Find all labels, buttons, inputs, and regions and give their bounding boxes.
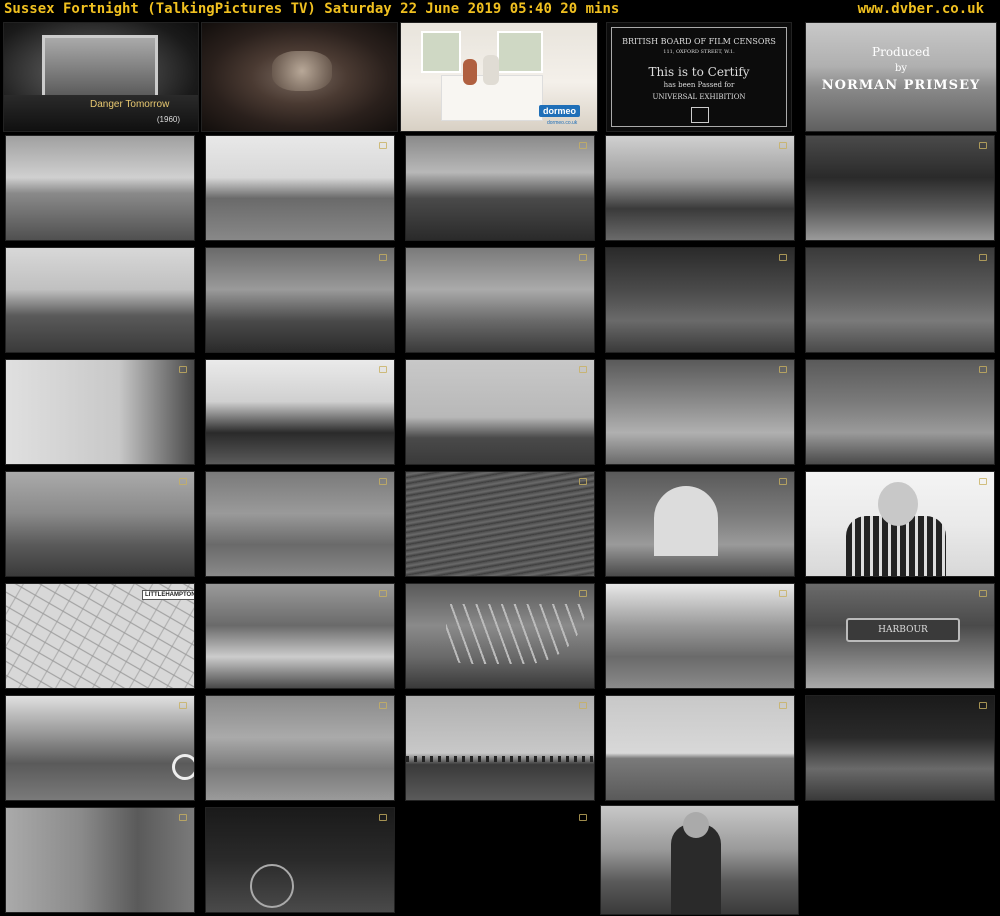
thumbnail-frame[interactable] (805, 247, 995, 353)
thumbnail-frame[interactable] (605, 247, 795, 353)
thumbnail-frame[interactable] (405, 135, 595, 241)
header-bar: Sussex Fortnight (TalkingPictures TV) Sa… (0, 0, 1000, 20)
thumbnail-frame[interactable] (5, 359, 195, 465)
thumbnail-frame[interactable] (405, 247, 595, 353)
thumbnail-frame[interactable] (405, 695, 595, 801)
thumbnail-frame[interactable] (605, 135, 795, 241)
censor-certificate: BRITISH BOARD OF FILM CENSORS 111, OXFOR… (607, 23, 791, 131)
thumbnail-frame[interactable] (5, 807, 195, 913)
seal-icon (691, 107, 709, 123)
thumbnail-frame[interactable] (205, 471, 395, 577)
film-year-caption: (1960) (156, 115, 180, 124)
cert-passed: has been Passed for (663, 81, 735, 89)
site-link[interactable]: www.dvber.co.uk (858, 1, 984, 17)
cert-board: BRITISH BOARD OF FILM CENSORS (622, 37, 776, 46)
thumbnail-frame[interactable] (405, 359, 595, 465)
thumbnail-frame[interactable] (805, 471, 995, 577)
thumbnail-frame[interactable] (605, 359, 795, 465)
boat-nameplate: HARBOUR (846, 618, 960, 642)
credits-by: by (894, 63, 908, 74)
thumbnail-frame[interactable]: LITTLEHAMPTON (5, 583, 195, 689)
cert-heading: This is to Certify (648, 65, 750, 79)
thumbnail-frame[interactable] (205, 583, 395, 689)
map-label: LITTLEHAMPTON (142, 590, 194, 600)
thumbnail-frame[interactable] (805, 135, 995, 241)
thumbnail-frame[interactable]: HARBOUR (805, 583, 995, 689)
thumbnail-frame[interactable] (205, 359, 395, 465)
thumbnail-frame[interactable]: BRITISH BOARD OF FILM CENSORS 111, OXFOR… (606, 22, 792, 132)
dormeo-logo: dormeo (539, 105, 581, 117)
dormeo-url: dormeo.co.uk (547, 120, 578, 126)
credits-name: NORMAN PRIMSEY (821, 78, 981, 93)
thumbnail-frame[interactable]: Produced by NORMAN PRIMSEY (805, 22, 997, 132)
thumbnail-frame[interactable] (605, 583, 795, 689)
thumbnail-frame[interactable] (405, 471, 595, 577)
thumbnail-grid: Danger Tomorrow (1960) dormeo dormeo.co.… (0, 20, 1000, 916)
thumbnail-frame[interactable] (205, 807, 395, 913)
thumbnail-frame[interactable] (600, 805, 799, 915)
credits-produced: Produced (872, 45, 930, 59)
cert-address: 111, OXFORD STREET, W.1. (663, 49, 735, 55)
cert-exhibition: UNIVERSAL EXHIBITION (652, 93, 746, 101)
thumbnail-frame[interactable] (805, 695, 995, 801)
thumbnail-frame[interactable]: Danger Tomorrow (1960) (3, 22, 199, 132)
thumbnail-frame[interactable] (201, 22, 398, 132)
thumbnail-frame[interactable] (605, 695, 795, 801)
thumbnail-frame[interactable] (205, 135, 395, 241)
thumbnail-frame[interactable] (405, 807, 595, 913)
thumbnail-frame[interactable] (205, 247, 395, 353)
thumbnail-frame[interactable] (5, 247, 195, 353)
programme-title: Sussex Fortnight (TalkingPictures TV) Sa… (4, 1, 620, 17)
thumbnail-frame[interactable] (5, 695, 195, 801)
thumbnail-frame[interactable] (5, 135, 195, 241)
film-title-caption: Danger Tomorrow (90, 99, 170, 110)
thumbnail-frame[interactable] (605, 471, 795, 577)
thumbnail-frame[interactable] (405, 583, 595, 689)
thumbnail-frame[interactable] (5, 471, 195, 577)
credits-caption: Produced by NORMAN PRIMSEY (806, 45, 996, 93)
thumbnail-frame[interactable] (805, 359, 995, 465)
thumbnail-frame[interactable] (205, 695, 395, 801)
thumbnail-frame[interactable]: dormeo dormeo.co.uk (400, 22, 598, 132)
